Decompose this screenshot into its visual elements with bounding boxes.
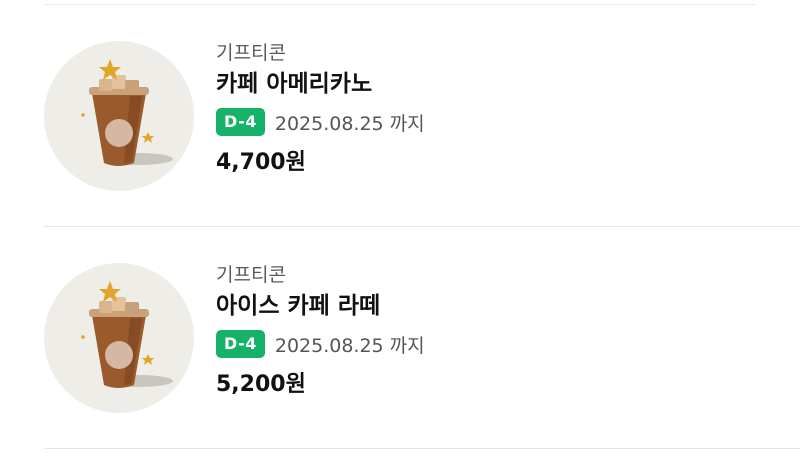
item-price: 5,200원 [216,372,306,397]
item-category: 기프티콘 [216,264,286,286]
dday-badge: D-4 [216,108,265,136]
item-meta: D-4 2025.08.25 까지 [216,107,425,137]
item-category: 기프티콘 [216,42,286,64]
iced-coffee-cup-icon [44,263,194,413]
list-item[interactable]: 기프티콘 카페 아메리카노 D-4 2025.08.25 까지 4,700원 [0,5,800,227]
item-name: 카페 아메리카노 [216,71,373,97]
item-name: 아이스 카페 라떼 [216,293,381,319]
item-info: 기프티콘 카페 아메리카노 D-4 2025.08.25 까지 4,700원 [216,41,425,177]
expiry-date: 2025.08.25 까지 [274,112,425,135]
item-price: 4,700원 [216,150,306,175]
gifticon-list: 기프티콘 카페 아메리카노 D-4 2025.08.25 까지 4,700원 기… [0,0,800,470]
divider [44,448,800,449]
item-info: 기프티콘 아이스 카페 라떼 D-4 2025.08.25 까지 5,200원 [216,263,425,399]
iced-coffee-cup-icon [44,41,194,191]
dday-badge: D-4 [216,330,265,358]
expiry-date: 2025.08.25 까지 [274,334,425,357]
list-item[interactable]: 기프티콘 아이스 카페 라떼 D-4 2025.08.25 까지 5,200원 [0,227,800,449]
item-meta: D-4 2025.08.25 까지 [216,329,425,359]
